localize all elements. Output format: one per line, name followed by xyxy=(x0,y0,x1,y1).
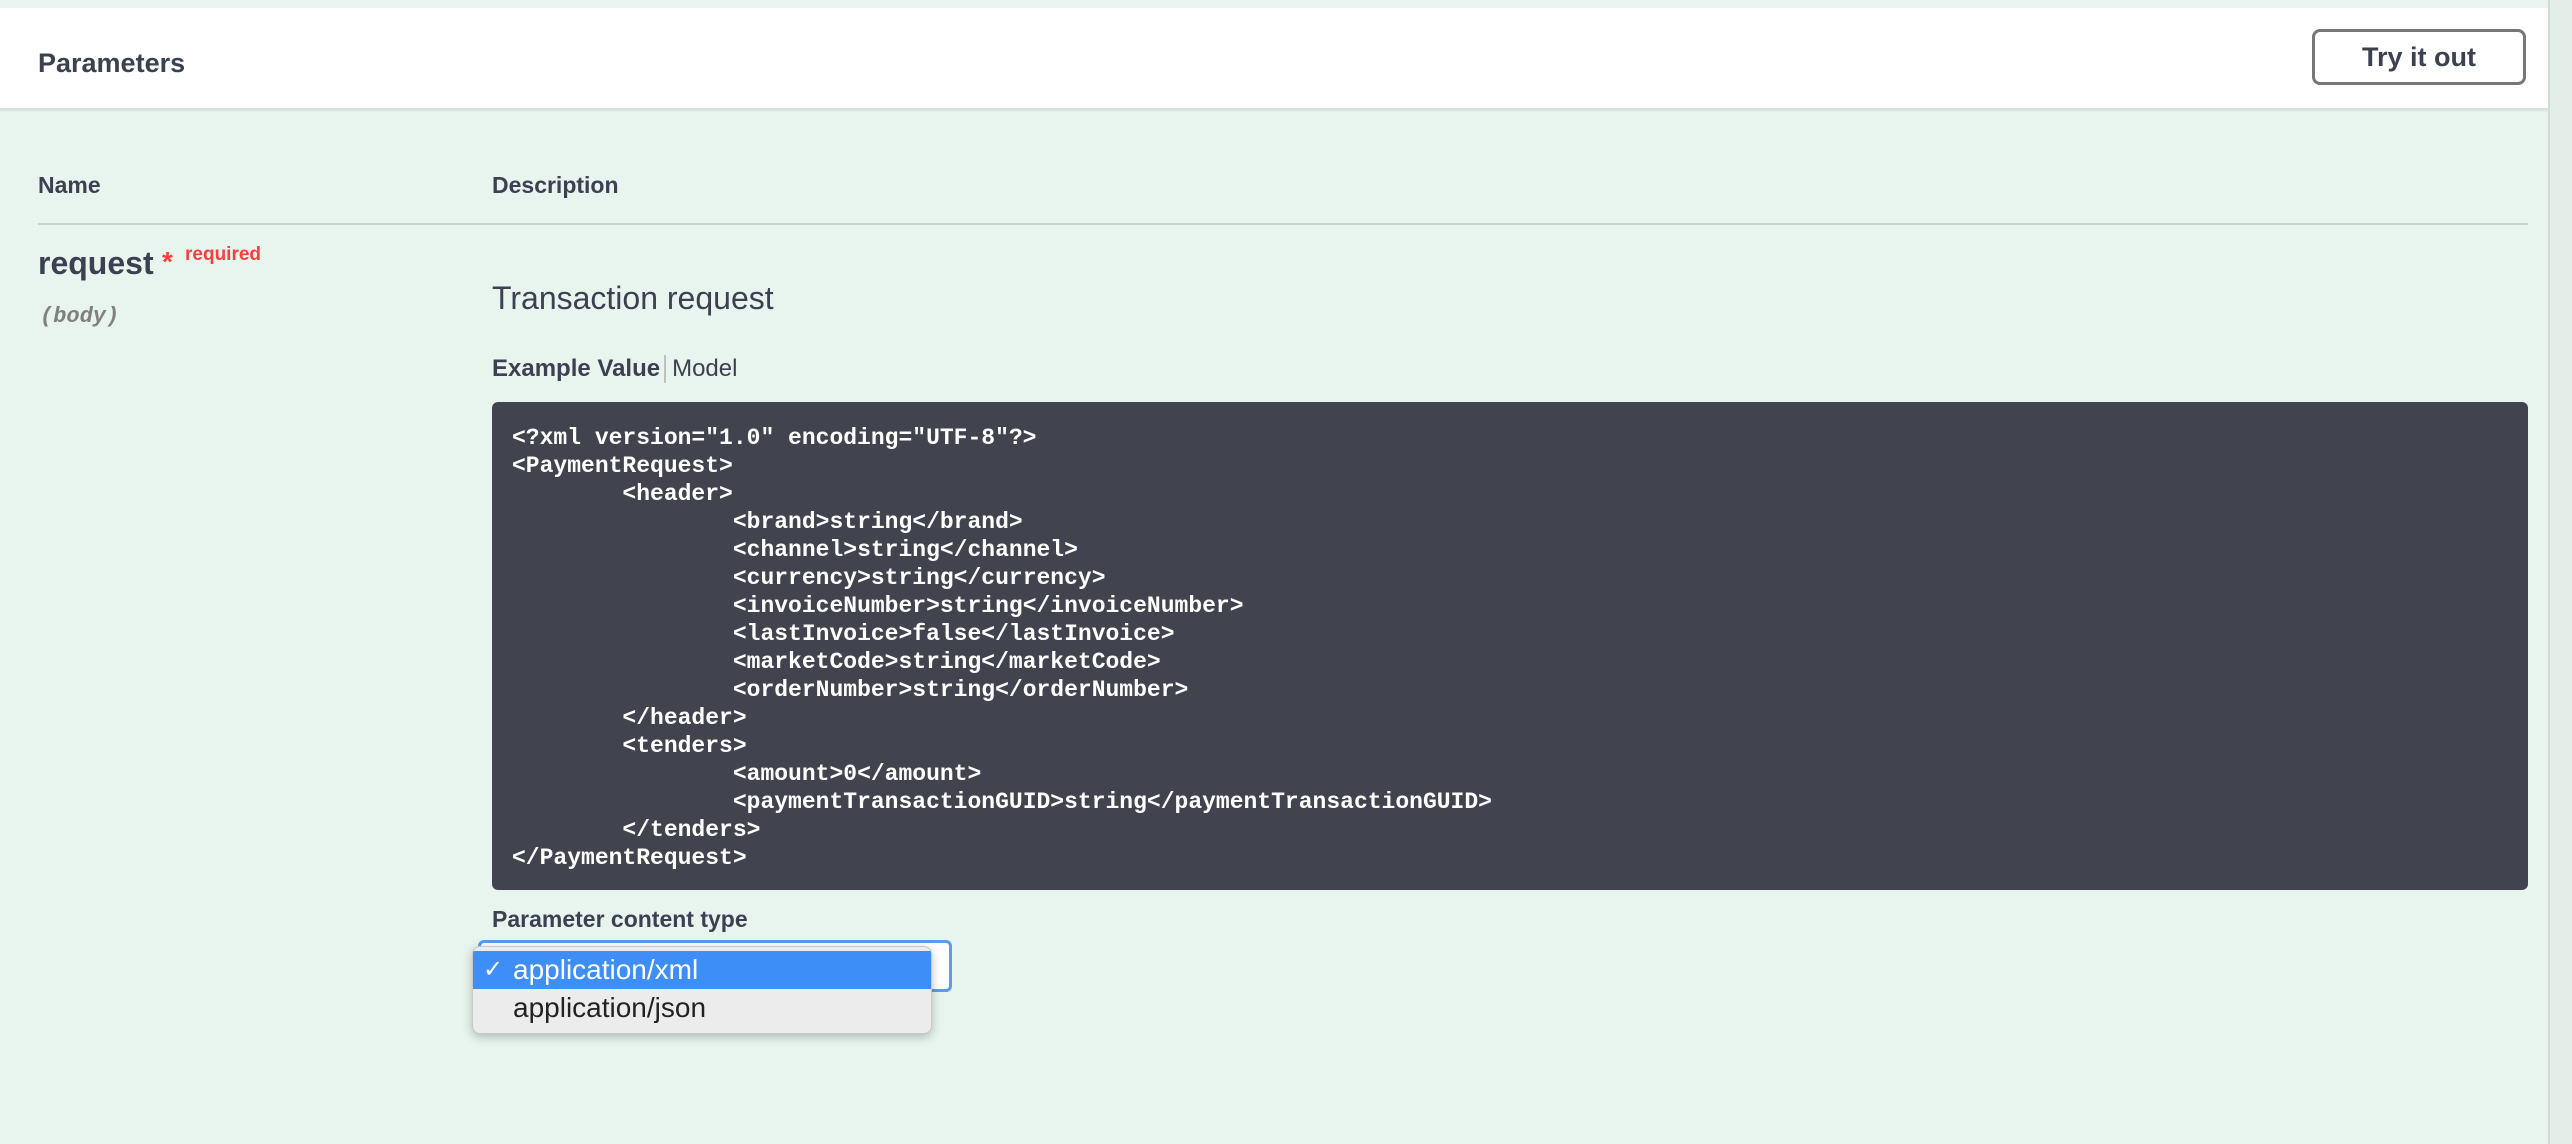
parameters-title: Parameters xyxy=(38,48,186,78)
content-type-label: Parameter content type xyxy=(492,906,748,932)
example-model-tabs: Example Value Model xyxy=(492,354,737,384)
tab-model[interactable]: Model xyxy=(672,355,737,383)
option-application-xml[interactable]: ✓ application/xml xyxy=(473,951,931,989)
column-header-description: Description xyxy=(492,172,619,198)
tab-example-value[interactable]: Example Value xyxy=(492,355,660,383)
parameter-description: Transaction request xyxy=(492,280,774,316)
try-it-out-button[interactable]: Try it out xyxy=(2312,29,2526,85)
column-header-name: Name xyxy=(38,172,101,198)
option-label: application/json xyxy=(513,992,707,1023)
content-type-dropdown: ✓ application/xml application/json xyxy=(472,946,932,1034)
top-strip xyxy=(0,0,2572,8)
parameters-header: Parameters Try it out xyxy=(0,8,2548,110)
required-star: * xyxy=(162,246,173,277)
option-application-json[interactable]: application/json xyxy=(473,989,931,1027)
table-header-divider xyxy=(38,223,2528,225)
parameter-name: request xyxy=(38,245,154,281)
check-icon: ✓ xyxy=(483,956,504,983)
option-label: application/xml xyxy=(513,954,699,985)
example-value-code-block: <?xml version="1.0" encoding="UTF-8"?> <… xyxy=(492,402,2528,890)
parameter-location: (body) xyxy=(40,304,120,329)
required-label: required xyxy=(185,244,262,265)
scrollbar-track[interactable] xyxy=(2548,0,2572,1144)
example-xml-text: <?xml version="1.0" encoding="UTF-8"?> <… xyxy=(512,425,1492,871)
tab-divider xyxy=(664,355,667,383)
